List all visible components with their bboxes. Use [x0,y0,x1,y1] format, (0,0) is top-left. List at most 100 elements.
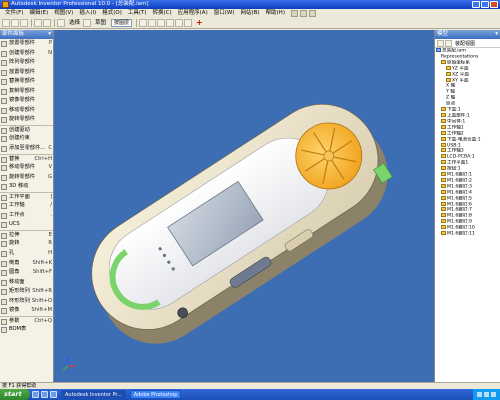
assembly-tool-item[interactable]: 创建约束 [0,134,53,144]
browser-panel-header[interactable]: 模型 ▾ [435,30,500,39]
assembly-tool-item[interactable]: 3D 移动 [0,182,53,192]
menu-item[interactable]: 编辑(E) [26,9,51,18]
tool-label: 复制零部件 [9,87,35,94]
tree-node-icon [441,59,446,64]
quicklaunch-explorer-icon[interactable] [50,391,57,398]
assembly-tool-item[interactable]: 放置零部件 P [0,39,53,49]
assembly-tool-item[interactable]: 移动零部件 [0,106,53,116]
shaded-display-icon[interactable] [175,19,184,27]
assembly-tool-item[interactable]: 参数 Ctrl+Q [0,315,53,326]
menu-item[interactable]: 视图(V) [51,9,76,18]
tree-node-label: Y 轴 [446,89,455,95]
assembly-tool-item[interactable]: 镜像零部件 [0,96,53,106]
tray-volume-icon[interactable] [484,392,489,397]
assembly-tool-item[interactable]: 环形阵列 Shift+O [0,297,53,307]
tool-label: 移动零部件 [9,106,35,113]
model-canvas[interactable] [54,30,434,382]
assembly-tool-item[interactable]: 创建驱动 [0,124,53,135]
assembly-tool-item[interactable]: 拉伸 E [0,229,53,240]
assembly-tool-item[interactable]: 工作轴 / [0,201,53,211]
assembly-tool-item[interactable]: 圆角 Shift+F [0,268,53,278]
menu-item[interactable]: 转换(C) [150,9,175,18]
mp3-player-model[interactable] [70,83,408,365]
mdi-close-icon[interactable] [308,10,316,17]
menu-item[interactable]: 文件(F) [2,9,26,18]
tree-node-icon [441,107,446,112]
filter-icon[interactable] [437,39,444,47]
taskbar-task-button[interactable]: Autodesk Inventor Pr... [61,390,126,399]
tool-shortcut: Ctrl+Q [34,317,52,324]
sketch-icon[interactable] [83,19,92,27]
menu-item[interactable]: 插入(I) [76,9,99,18]
select-arrow-icon[interactable] [57,19,65,27]
select-button[interactable]: 选择 [69,19,80,28]
menu-item[interactable]: 格式(O) [99,9,125,18]
tree-node-icon [441,166,446,171]
camera-icon[interactable] [184,19,193,27]
zoom-icon[interactable] [139,19,148,27]
save-icon[interactable] [20,19,28,27]
menu-item[interactable]: 窗口(W) [211,9,238,18]
assembly-tool-item[interactable]: UCS [0,220,53,230]
taskbar-task-button[interactable]: Adobe Photoshop [129,390,182,399]
add-red-plus-icon[interactable]: + [196,19,203,27]
undo-icon[interactable] [34,19,42,27]
mdi-restore-icon[interactable] [299,10,307,17]
tree-node[interactable]: M1.6螺钉:11 [435,231,500,237]
assembly-panel-header[interactable]: 部件面板 ▾ [0,30,53,39]
assembly-tool-item[interactable]: 阵列零部件 [0,58,53,68]
3d-viewport[interactable] [54,30,434,382]
open-icon[interactable] [11,19,19,27]
tool-icon [1,98,7,105]
menu-item[interactable]: 帮助(H) [263,9,288,18]
assembly-tool-item[interactable]: 工作平面] [0,191,53,202]
model-tree: 总装配.iam Representations 原始坐标系 YZ 平面 XZ 平面 XY … [435,48,500,237]
assembly-tool-item[interactable]: 旋转零部件 G [0,173,53,183]
browser-panel: 模型 ▾ 装配视图 总装配.iam Representations 原始坐标系 YZ … [434,30,500,382]
maximize-button[interactable] [481,1,489,8]
panel-menu-icon[interactable]: ▾ [495,30,498,39]
menu-item[interactable]: 工具(T) [125,9,150,18]
rotate-icon[interactable] [157,19,166,27]
assembly-tool-item[interactable]: 移动面 [0,278,53,288]
assembly-tool-item[interactable]: 倒角 Shift+K [0,259,53,269]
assembly-tool-item[interactable]: 矩形阵列 Shift+R [0,287,53,297]
tree-node-label: X 轴 [446,83,456,89]
redo-icon[interactable] [43,19,51,27]
start-button[interactable]: start [0,389,30,400]
tool-icon [1,232,7,239]
assembly-tool-list: 放置零部件 P 创建零部件 N 阵列零部件 放置零部件 替换零部件 复制零部件 镜像零部件 移动零… [0,39,53,335]
assembly-tool-item[interactable]: 创建零部件 N [0,49,53,59]
assembly-tool-item[interactable]: 旋转零部件 [0,115,53,125]
pan-icon[interactable] [148,19,157,27]
menu-item[interactable]: 网站(B) [237,9,262,18]
tool-icon [1,136,7,143]
quicklaunch-desktop-icon[interactable] [32,391,39,398]
assembly-tool-item[interactable]: 镜像 Shift+M [0,306,53,316]
tray-ime-icon[interactable] [491,392,496,397]
assembly-tool-item[interactable]: 工作点. [0,211,53,221]
new-icon[interactable] [2,19,10,27]
assembly-tool-item[interactable]: 替换零部件 [0,77,53,87]
sketch-button[interactable]: 草图 [95,19,106,28]
menu-item[interactable]: 应用程序(A) [175,9,211,18]
tree-node-icon [441,201,446,206]
tray-network-icon[interactable] [477,392,482,397]
look-at-icon[interactable] [166,19,175,27]
find-icon[interactable] [445,39,452,47]
assembly-tool-item[interactable]: 孔H [0,249,53,259]
assembly-tool-item[interactable]: BOM表 [0,325,53,335]
assembly-tool-item[interactable]: 放置零部件 [0,68,53,78]
close-button[interactable] [490,1,498,8]
style-dropdown[interactable]: 按图层 [111,19,133,27]
assembly-tool-item[interactable]: 移动零部件 V [0,163,53,173]
minimize-button[interactable] [472,1,480,8]
assembly-tool-item[interactable]: 复制零部件 [0,87,53,97]
assembly-tool-item[interactable]: 添加至零部件... C [0,144,53,154]
assembly-tool-item[interactable]: 替换 Ctrl+H [0,153,53,164]
quicklaunch-browser-icon[interactable] [41,391,48,398]
mdi-minimize-icon[interactable] [290,10,298,17]
assembly-tool-item[interactable]: 旋转 R [0,239,53,249]
panel-menu-icon[interactable]: ▾ [48,30,51,39]
assembly-view-dropdown[interactable]: 装配视图 [455,40,475,47]
